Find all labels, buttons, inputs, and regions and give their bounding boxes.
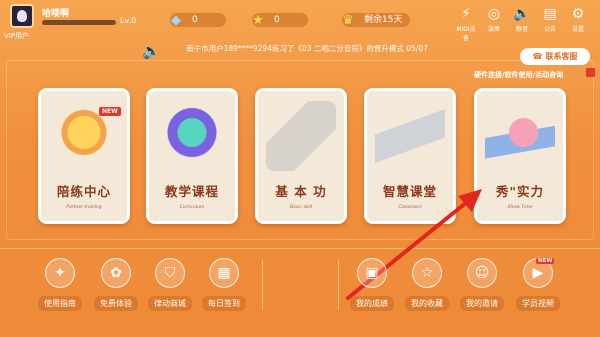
membership-remaining[interactable]: ♛ 剩余15天	[342, 12, 411, 28]
headset-icon: ☎	[532, 52, 543, 61]
gear-icon: ⚙	[571, 6, 585, 22]
announcement-icon: ▤	[543, 6, 557, 22]
card-subtitle: Show Time	[507, 205, 533, 210]
my-invites-button[interactable]: ☺ 我的邀请	[460, 258, 504, 311]
person-icon: ☺	[467, 258, 497, 288]
performance-button[interactable]: ◎ 演奏	[482, 6, 506, 42]
card-title: 智慧课堂	[382, 184, 437, 199]
card-partner-training[interactable]: NEW 陪练中心 Partner training	[38, 88, 130, 224]
card-subtitle: Classroom	[398, 205, 422, 210]
divider	[262, 260, 263, 310]
free-trial-button[interactable]: ✿ 免费体验	[94, 258, 138, 311]
card-subtitle: Curriculum	[179, 205, 205, 210]
calendar-icon: ▦	[209, 258, 239, 288]
course-art-icon	[157, 101, 227, 171]
my-scores-button[interactable]: ▣ 我的成绩	[350, 258, 394, 311]
card-title: 陪练中心	[56, 184, 111, 199]
crown-icon: ♛	[342, 12, 354, 28]
support-link[interactable]: 硬件连接/软件使用/活动咨询	[474, 70, 563, 80]
card-subtitle: Basic skill	[289, 205, 313, 210]
top-icon-group: ⚡ MIDI设备 ◎ 演奏 🔈 静音 ▤ 公告 ⚙ 设置	[454, 6, 590, 42]
new-badge: NEW	[99, 107, 121, 116]
gift-icon: ✿	[101, 258, 131, 288]
card-curriculum[interactable]: 教学课程 Curriculum	[146, 88, 238, 224]
diamond-icon: ◆	[171, 12, 181, 28]
speaker-icon: 🔈	[142, 42, 161, 60]
contact-service-button[interactable]: ☎ 联系客服	[520, 48, 590, 65]
stage-art-icon	[485, 101, 555, 171]
card-show-time[interactable]: 秀"实力 Show Time	[474, 88, 566, 224]
notice-ticker: 南宁市用户189****9294练习了《03 二哂二分音符》的晋升模式 05/0…	[186, 44, 428, 53]
star-icon: ☆	[412, 258, 442, 288]
card-subtitle: Partner training	[66, 205, 102, 210]
student-videos-button[interactable]: ▶ 学员视频	[516, 258, 560, 311]
username: 哈喽啊	[42, 9, 70, 19]
card-classroom[interactable]: 智慧课堂 Classroom	[364, 88, 456, 224]
report-icon: ▣	[357, 258, 387, 288]
new-badge: NEW	[536, 258, 555, 264]
card-title: 教学课程	[164, 184, 219, 199]
avatar[interactable]	[10, 4, 34, 28]
daily-checkin-button[interactable]: ▦ 每日签到	[202, 258, 246, 311]
compass-icon: ✦	[45, 258, 75, 288]
star-coin-icon: ★	[252, 12, 264, 28]
performance-icon: ◎	[487, 6, 501, 22]
settings-button[interactable]: ⚙ 设置	[566, 6, 590, 42]
decorative-line	[0, 248, 600, 249]
mute-icon: 🔈	[513, 6, 531, 22]
card-title: 基 本 功	[275, 184, 327, 199]
vip-label: VIP用户	[4, 32, 30, 40]
card-basic-skill[interactable]: 基 本 功 Basic skill	[255, 88, 347, 224]
level-text: Lv.0	[120, 16, 137, 25]
user-guide-button[interactable]: ✦ 使用指南	[38, 258, 82, 311]
level-progress-bar	[42, 20, 116, 25]
gift-icon	[586, 68, 595, 77]
star-counter[interactable]: ★ 0	[252, 12, 308, 28]
divider	[338, 260, 339, 310]
shopping-bag-icon: ⛉	[155, 258, 185, 288]
my-favorites-button[interactable]: ☆ 我的收藏	[405, 258, 449, 311]
card-title: 秀"实力	[495, 184, 544, 199]
computer-art-icon	[375, 101, 445, 171]
diamond-counter[interactable]: ◆ 0	[170, 12, 226, 28]
midi-icon: ⚡	[461, 6, 471, 22]
shop-button[interactable]: ⛉ 律动商城	[148, 258, 192, 311]
mute-button[interactable]: 🔈 静音	[510, 6, 534, 42]
top-bar: VIP用户 哈喽啊 Lv.0 ◆ 0 ★ 0 ♛ 剩余15天 ⚡ MIDI设备 …	[0, 0, 600, 42]
practice-art-icon	[266, 101, 336, 171]
midi-device-button[interactable]: ⚡ MIDI设备	[454, 6, 478, 42]
announcement-button[interactable]: ▤ 公告	[538, 6, 562, 42]
